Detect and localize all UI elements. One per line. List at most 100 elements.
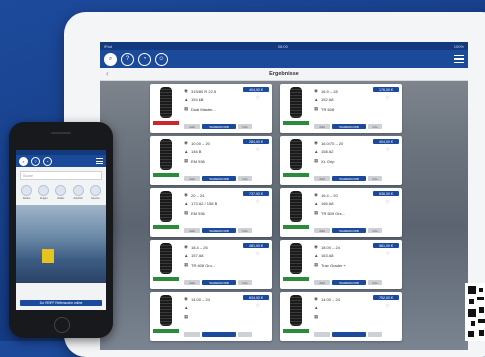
gauge-icon[interactable]: ◔ [138,52,151,66]
favorite-star-icon[interactable]: ☆ [256,147,260,153]
info-button[interactable]: Info [238,228,252,233]
weight-icon: ▲ [184,253,189,258]
phone-screen: ⌕ ? ◔ Suche Reifen Felgen Räder Zubehör … [16,150,106,310]
info-button[interactable]: Info [238,280,252,285]
tire-result-card[interactable]: ◉ 20 – 24 ▲ 173 A2 / 158 B ▦ EM 936 737,00 € ☆ A… [150,188,272,237]
help-icon[interactable]: ? [121,52,134,66]
add-to-cart-button[interactable]: WARENKORB [332,280,366,285]
add-button[interactable] [314,332,330,337]
tire-result-card[interactable]: ◉ 18.4 – 26 ▲ 157 A8 ▦ TR 608 Gru... 481,00 € ☆… [150,240,272,289]
favorite-star-icon[interactable]: ☆ [256,95,260,101]
favorite-star-icon[interactable]: ☆ [386,147,390,153]
weight-icon: ▲ [184,97,189,102]
search-icon[interactable]: ⌕ [104,52,117,66]
category-tile[interactable]: Felgen [38,185,50,200]
app-toolbar: ⌕ ? ◔ ☺ [100,50,468,68]
info-button[interactable]: Info [368,280,382,285]
help-icon[interactable]: ? [31,156,40,166]
info-button[interactable]: Info [238,176,252,181]
add-to-cart-button[interactable] [332,332,366,337]
info-button[interactable]: Info [368,176,382,181]
info-button[interactable]: Info [368,124,382,129]
hamburger-menu-icon[interactable] [454,54,464,64]
add-button[interactable]: Add [314,176,330,181]
search-icon[interactable]: ⌕ [19,156,28,166]
tire-load-row: ▲ 154 kB [184,97,203,102]
tire-size: 315/80 R 22.5 [191,88,217,94]
add-to-cart-button[interactable]: WARENKORB [202,228,236,233]
tire-profile-row: ▦ TR 608 [314,106,334,112]
favorite-star-icon[interactable]: ☆ [386,95,390,101]
favorite-star-icon[interactable]: ☆ [386,251,390,257]
category-tile[interactable]: Reifen [21,185,33,200]
tire-load-index: 154 kB [191,97,204,102]
gauge-icon[interactable]: ◔ [43,156,52,166]
tire-profile-row: ▦ EM 936 [184,158,205,164]
favorite-star-icon[interactable]: ☆ [256,303,260,309]
phone-home-button[interactable] [54,317,70,333]
add-to-cart-button[interactable]: WARENKORB [332,228,366,233]
tire-size: 14.00 – 24 [191,296,210,302]
category-icon [21,185,33,196]
tire-result-card[interactable]: ◉ 14.00 – 24 ▲ ▦ 752,00 € ☆ [280,292,402,341]
category-icon [55,185,67,196]
price-badge: 636,00 € [373,191,399,196]
add-button[interactable] [184,332,200,337]
favorite-star-icon[interactable]: ☆ [386,303,390,309]
brand-label [153,225,179,229]
tire-result-card[interactable]: ◉ 16.0/70 – 20 ▲ 158 A2 ▦ XL Grip 404,00 € ☆ Add… [280,136,402,185]
info-button[interactable]: Info [368,228,382,233]
favorite-star-icon[interactable]: ☆ [386,199,390,205]
card-actions: Add WARENKORB Info [314,176,382,181]
info-button[interactable] [368,332,382,337]
tire-result-card[interactable]: ◉ 10.00 – 20 ▲ 146 B ▦ EM 936 284,00 € ☆ Add WARE… [150,136,272,185]
tire-image [153,243,179,275]
tire-search-button[interactable]: Zur REIFF Reifensuche online [20,300,102,306]
add-button[interactable]: Add [184,280,200,285]
tire-result-card[interactable]: ◉ 16.9 – 28 ▲ 152 A8 ▦ TR 608 176,00 € ☆ Add WARE… [280,84,402,133]
profile-icon: ▦ [184,314,189,319]
favorite-star-icon[interactable]: ☆ [256,199,260,205]
add-to-cart-button[interactable]: WARENKORB [202,124,236,129]
favorite-star-icon[interactable]: ☆ [256,251,260,257]
category-label: Räder [57,197,65,200]
tire-result-card[interactable]: ◉ 14.00 – 24 ▲ ▦ 634,00 € ☆ [150,292,272,341]
info-button[interactable] [238,332,252,337]
add-to-cart-button[interactable]: WARENKORB [332,176,366,181]
add-to-cart-button[interactable]: WARENKORB [202,280,236,285]
price-badge: 752,00 € [373,295,399,300]
tire-result-card[interactable]: ◉ 18.00 – 24 ▲ 163 A8 ▦ Trac Grader +561,00 €… [280,240,402,289]
results-grid: ◉ 315/80 R 22.5 ▲ 154 kB ▦ Dual Master... 404,… [100,80,468,350]
add-button[interactable]: Add [184,176,200,181]
phone-search-input[interactable]: Suche [20,171,102,180]
tire-result-card[interactable]: ◉ 315/80 R 22.5 ▲ 154 kB ▦ Dual Master... 404,… [150,84,272,133]
weight-icon: ▲ [184,305,189,310]
contact-icon[interactable]: ☺ [155,52,168,66]
tire-profile-name: EM 936 [191,158,205,164]
category-tile[interactable]: Service [89,185,101,200]
tire-size-icon: ◉ [184,140,188,145]
add-button[interactable]: Add [314,228,330,233]
tire-load-index: 163 A8 [321,253,334,258]
profile-icon: ▦ [184,262,189,267]
add-to-cart-button[interactable]: WARENKORB [332,124,366,129]
brand-label [283,173,309,177]
category-tile[interactable]: Zubehör [72,185,84,200]
add-button[interactable]: Add [314,280,330,285]
hamburger-menu-icon[interactable] [96,158,103,164]
tire-size-row: ◉ 18.4 – 26 [184,244,208,250]
info-button[interactable]: Info [238,124,252,129]
back-chevron-icon[interactable]: ‹ [106,69,109,78]
add-button[interactable]: Add [184,124,200,129]
tire-graphic [290,243,302,274]
category-tile[interactable]: Räder [55,185,67,200]
add-button[interactable]: Add [314,124,330,129]
warehouse-photo [16,205,106,283]
add-to-cart-button[interactable] [202,332,236,337]
tire-result-card[interactable]: ◉ 16.4 – 20 ▲ 166 A8 ▦ TR 609 Grs... 636,00 € ☆… [280,188,402,237]
phone-category-tiles: Reifen Felgen Räder Zubehör Service [16,183,106,202]
add-to-cart-button[interactable]: WARENKORB [202,176,236,181]
add-button[interactable]: Add [184,228,200,233]
profile-icon: ▦ [314,158,319,163]
card-actions: Add WARENKORB Info [184,228,252,233]
